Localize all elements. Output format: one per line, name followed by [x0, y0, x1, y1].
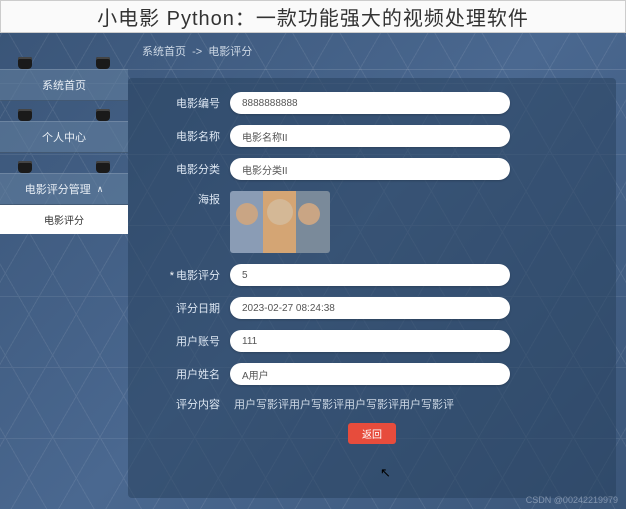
breadcrumb-home[interactable]: 系统首页 — [142, 46, 186, 58]
clip-icon — [18, 161, 32, 173]
breadcrumb: 系统首页 -> 电影评分 — [128, 33, 626, 70]
sidebar-item-personal[interactable]: 个人中心 — [0, 121, 128, 153]
label-poster: 海报 — [148, 191, 230, 207]
sidebar-subitem-rating[interactable]: 电影评分 — [0, 205, 128, 234]
watermark: CSDN @00242219979 — [526, 495, 618, 505]
label-rate-date: 评分日期 — [148, 300, 230, 316]
sidebar-item-home[interactable]: 系统首页 — [0, 69, 128, 101]
main-panel: 系统首页 -> 电影评分 电影编号 8888888888 电影名称 电影名称II… — [128, 33, 626, 509]
input-movie-id[interactable]: 8888888888 — [230, 92, 510, 114]
form-panel: 电影编号 8888888888 电影名称 电影名称II 电影分类 电影分类II … — [128, 78, 616, 498]
sidebar-item-rating-mgmt[interactable]: 电影评分管理 ∧ — [0, 173, 128, 205]
label-movie-category: 电影分类 — [148, 161, 230, 177]
label-movie-name: 电影名称 — [148, 128, 230, 144]
input-rate-date[interactable]: 2023-02-27 08:24:38 — [230, 297, 510, 319]
back-button[interactable]: 返回 — [348, 423, 396, 444]
page-title: 小电影 Python：一款功能强大的视频处理软件 — [0, 0, 626, 33]
label-user-account: 用户账号 — [148, 333, 230, 349]
chevron-up-icon: ∧ — [97, 184, 104, 195]
label-user-name: 用户姓名 — [148, 366, 230, 382]
sidebar: 系统首页 个人中心 电影评分管理 ∧ 电影评分 — [0, 33, 128, 509]
content-text: 用户写影评用户写影评用户写影评用户写影评 — [230, 396, 454, 412]
clip-icon — [96, 161, 110, 173]
input-user-account[interactable]: 111 — [230, 330, 510, 352]
clip-icon — [18, 109, 32, 121]
clip-icon — [96, 109, 110, 121]
poster-image[interactable] — [230, 191, 330, 253]
input-movie-name[interactable]: 电影名称II — [230, 125, 510, 147]
label-content: 评分内容 — [148, 396, 230, 412]
clip-icon — [18, 57, 32, 69]
sidebar-item-label: 电影评分管理 — [25, 181, 91, 197]
input-movie-category[interactable]: 电影分类II — [230, 158, 510, 180]
breadcrumb-current: 电影评分 — [208, 46, 252, 58]
input-rating[interactable]: 5 — [230, 264, 510, 286]
input-user-name[interactable]: A用户 — [230, 363, 510, 385]
label-rating: 电影评分 — [148, 267, 230, 283]
label-movie-id: 电影编号 — [148, 95, 230, 111]
clip-icon — [96, 57, 110, 69]
breadcrumb-sep: -> — [192, 46, 202, 58]
